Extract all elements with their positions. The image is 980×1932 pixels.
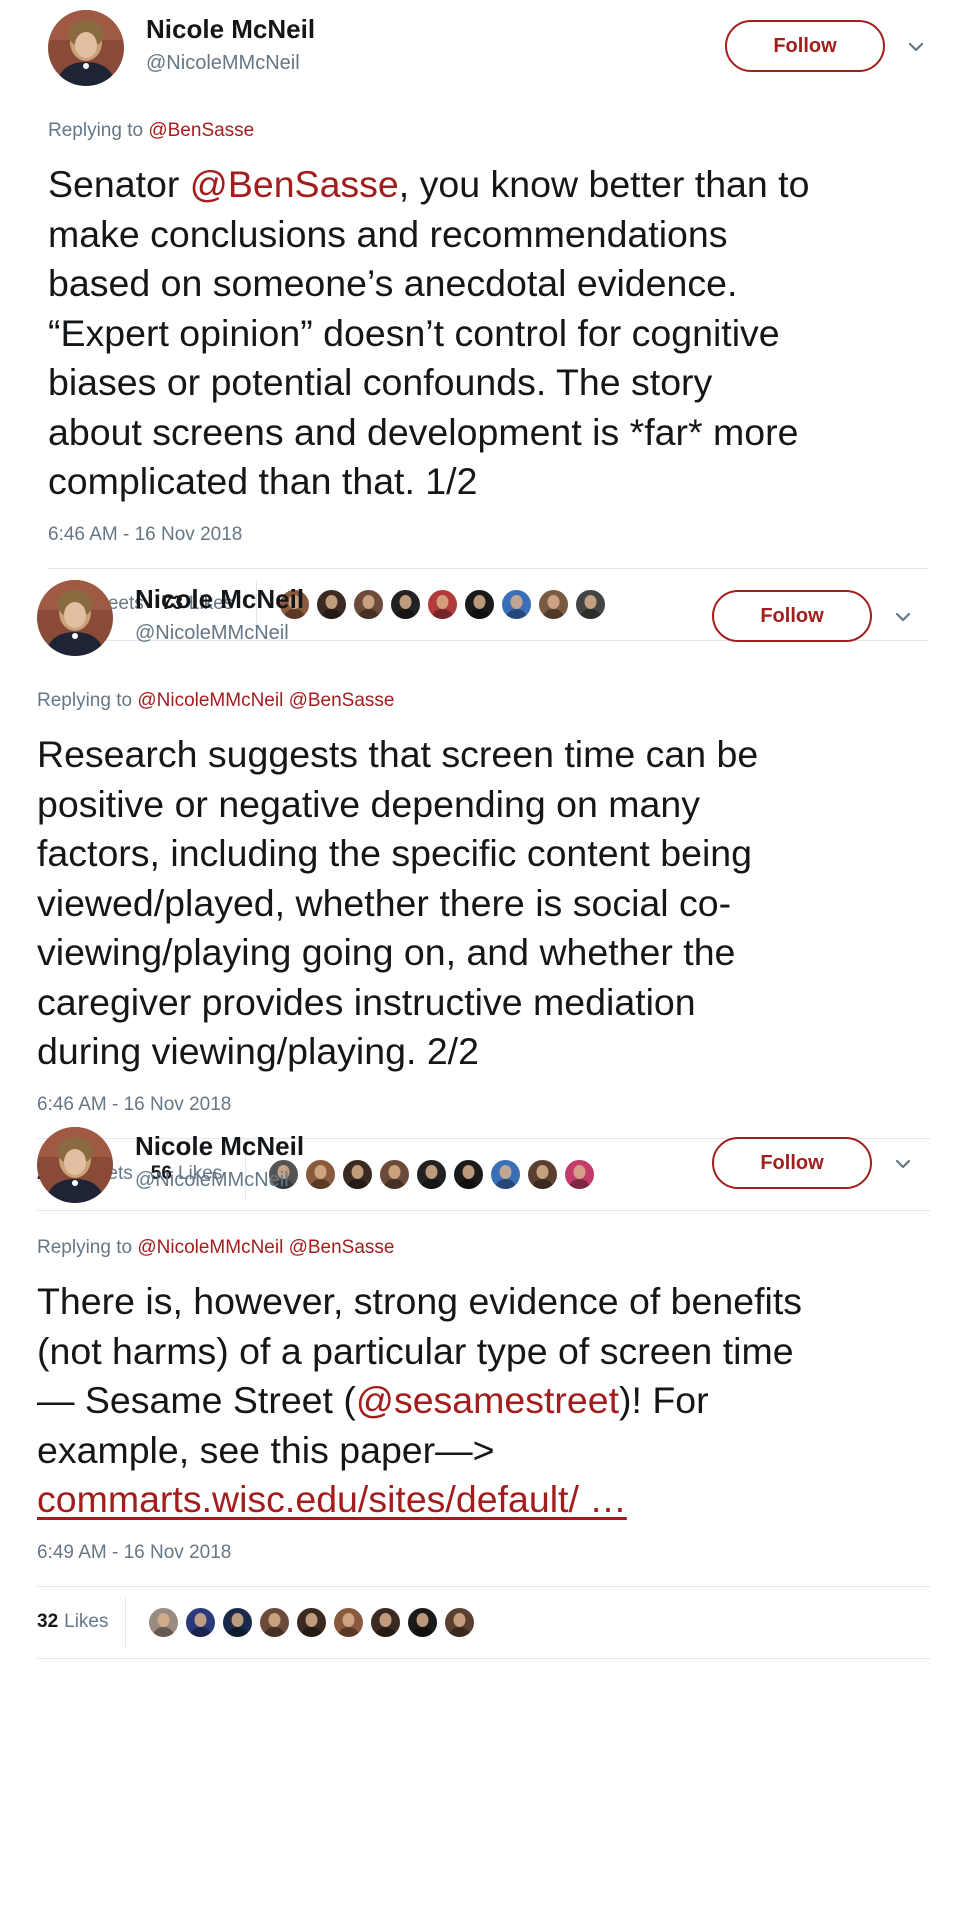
replying-to: Replying to @BenSasse — [48, 120, 254, 142]
tweet-text-line: Senator @BenSasse, you know better than … — [48, 160, 809, 210]
tweet-text-line: Research suggests that screen time can b… — [37, 730, 758, 780]
chevron-down-icon[interactable] — [890, 604, 916, 630]
text-segment: )! For — [619, 1379, 709, 1421]
follow-button[interactable]: Follow — [712, 590, 872, 642]
author-handle[interactable]: @NicoleMMcNeil — [146, 52, 300, 75]
mention-link[interactable]: @sesamestreet — [356, 1379, 619, 1421]
timestamp[interactable]: 6:49 AM - 16 Nov 2018 — [37, 1542, 231, 1564]
replying-prefix: Replying to — [37, 690, 133, 711]
thread-page: Nicole McNeil @NicoleMMcNeil Follow Replyin… — [0, 0, 980, 1932]
liker-avatar[interactable] — [221, 1605, 254, 1639]
avatar[interactable] — [48, 10, 124, 86]
tweet-text: There is, however, strong evidence of be… — [37, 1277, 802, 1525]
replying-mentions[interactable]: @NicoleMMcNeil @BenSasse — [137, 1237, 394, 1258]
text-segment: — Sesame Street ( — [37, 1379, 356, 1421]
likers-avatars — [147, 1605, 480, 1639]
likes-label[interactable]: Likes — [64, 1611, 108, 1633]
tweet-text-line: about screens and development is *far* m… — [48, 408, 809, 458]
author-handle[interactable]: @NicoleMMcNeil — [135, 1169, 289, 1192]
text-segment: caregiver provides instructive mediation — [37, 980, 696, 1023]
tweet-text-line: viewing/playing going on, and whether th… — [37, 928, 758, 978]
tweet-text-line: commarts.wisc.edu/sites/default/ … — [37, 1475, 802, 1525]
author-name[interactable]: Nicole McNeil — [146, 14, 315, 45]
replying-prefix: Replying to — [48, 120, 144, 141]
follow-button[interactable]: Follow — [725, 20, 885, 72]
text-segment: about screens and development is *far* m… — [48, 410, 799, 453]
paper-link[interactable]: commarts.wisc.edu/sites/default/ … — [37, 1478, 627, 1520]
tweet: Nicole McNeil @NicoleMMcNeil Follow Replyin… — [0, 1117, 980, 1677]
tweet-text-line: make conclusions and recommendations — [48, 210, 809, 260]
text-segment: positive or negative depending on many — [37, 782, 700, 825]
avatar[interactable] — [37, 580, 113, 656]
mention-link[interactable]: @BenSasse — [190, 163, 399, 205]
replying-mentions[interactable]: @BenSasse — [148, 120, 254, 141]
follow-button[interactable]: Follow — [712, 1137, 872, 1189]
engagement-stats: 32 Likes — [37, 1606, 109, 1639]
author-name[interactable]: Nicole McNeil — [135, 584, 304, 615]
divider — [37, 1657, 930, 1659]
text-segment: example, see this paper—> — [37, 1428, 495, 1471]
tweet-text-line: “Expert opinion” doesn’t control for cog… — [48, 309, 809, 359]
liker-avatar[interactable] — [332, 1605, 365, 1639]
tweet-text-line: positive or negative depending on many — [37, 780, 758, 830]
tweet-text: Research suggests that screen time can b… — [37, 730, 758, 1077]
text-segment: complicated than that. 1/2 — [48, 460, 478, 502]
divider — [37, 1585, 930, 1587]
tweet-text-line: — Sesame Street (@sesamestreet)! For — [37, 1376, 802, 1426]
tweet-text-line: based on someone’s anecdotal evidence. — [48, 259, 809, 309]
text-segment: There is, however, strong evidence of be… — [37, 1280, 803, 1322]
tweet-text-line: biases or potential confounds. The story — [48, 358, 809, 408]
liker-avatar[interactable] — [258, 1605, 291, 1639]
tweet-text-line: (not harms) of a particular type of scre… — [37, 1327, 802, 1377]
liker-avatar[interactable] — [184, 1605, 217, 1639]
author-name[interactable]: Nicole McNeil — [135, 1131, 304, 1162]
tweet-text-line: caregiver provides instructive mediation — [37, 978, 758, 1028]
timestamp[interactable]: 6:46 AM - 16 Nov 2018 — [37, 1094, 231, 1116]
likes-count[interactable]: 32 — [37, 1611, 58, 1633]
tweet-text-line: complicated than that. 1/2 — [48, 457, 809, 507]
text-segment: (not harms) of a particular type of scre… — [37, 1329, 794, 1372]
tweet: Nicole McNeil @NicoleMMcNeil Follow Replyin… — [0, 0, 980, 641]
timestamp[interactable]: 6:46 AM - 16 Nov 2018 — [48, 524, 242, 546]
tweet-text-line: example, see this paper—> — [37, 1426, 802, 1476]
chevron-down-icon[interactable] — [890, 1151, 916, 1177]
text-segment: Research suggests that screen time can b… — [37, 733, 759, 775]
text-segment: during viewing/playing. 2/2 — [37, 1030, 479, 1072]
tweet-text: Senator @BenSasse, you know better than … — [48, 160, 809, 507]
liker-avatar[interactable] — [406, 1605, 439, 1639]
tweet-text-line: viewed/played, whether there is social c… — [37, 879, 758, 929]
liker-avatar[interactable] — [369, 1605, 402, 1639]
tweet-text-line: factors, including the specific content … — [37, 829, 758, 879]
replying-to: Replying to @NicoleMMcNeil @BenSasse — [37, 690, 395, 712]
text-segment: make conclusions and recommendations — [48, 212, 728, 255]
replying-prefix: Replying to — [37, 1237, 133, 1258]
text-segment: biases or potential confounds. The story — [48, 361, 713, 403]
avatar[interactable] — [37, 1127, 113, 1203]
text-segment: , you know better than to — [398, 163, 810, 205]
text-segment: viewing/playing going on, and whether th… — [37, 931, 736, 973]
tweet-text-line: during viewing/playing. 2/2 — [37, 1027, 758, 1077]
stats-separator — [125, 1597, 126, 1648]
liker-avatar[interactable] — [443, 1605, 476, 1639]
tweet: Nicole McNeil @NicoleMMcNeil Follow Replyin… — [0, 570, 980, 1211]
text-segment: based on someone’s anecdotal evidence. — [48, 262, 738, 304]
replying-mentions[interactable]: @NicoleMMcNeil @BenSasse — [137, 690, 394, 711]
replying-to: Replying to @NicoleMMcNeil @BenSasse — [37, 1237, 395, 1259]
chevron-down-icon[interactable] — [903, 34, 929, 60]
text-segment: Senator — [48, 163, 190, 205]
text-segment: factors, including the specific content … — [37, 832, 753, 874]
divider — [48, 567, 928, 569]
liker-avatar[interactable] — [295, 1605, 328, 1639]
tweet-text-line: There is, however, strong evidence of be… — [37, 1277, 802, 1327]
text-segment: viewed/played, whether there is social c… — [37, 881, 732, 924]
liker-avatar[interactable] — [147, 1605, 180, 1639]
text-segment: “Expert opinion” doesn’t control for cog… — [48, 311, 780, 354]
author-handle[interactable]: @NicoleMMcNeil — [135, 622, 289, 645]
